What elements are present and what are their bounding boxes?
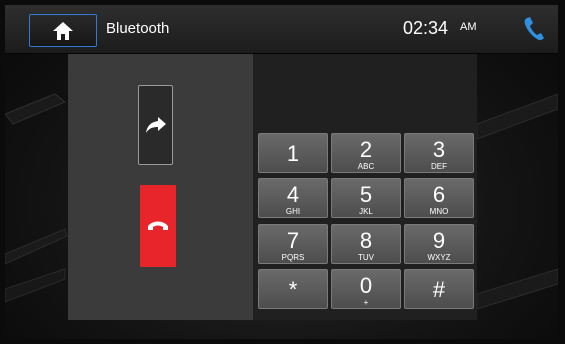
page-title: Bluetooth: [106, 20, 170, 37]
keypad-key-5[interactable]: 5 JKL: [331, 178, 401, 218]
key-digit: 8: [359, 228, 373, 253]
phone-icon[interactable]: [522, 16, 546, 42]
keypad-key-1[interactable]: 1: [258, 133, 328, 173]
keypad-key-6[interactable]: 6 MNO: [404, 178, 474, 218]
clock-time: 02:34: [403, 18, 449, 38]
key-digit: 6: [432, 182, 446, 207]
key-digit: 7: [286, 228, 300, 253]
keypad-key-3[interactable]: 3 DEF: [404, 133, 474, 173]
keypad-key-4[interactable]: 4 GHI: [258, 178, 328, 218]
keypad-key-hash[interactable]: #: [404, 269, 474, 309]
key-digit: 1: [286, 141, 300, 166]
key-letters: PQRS: [281, 253, 305, 262]
key-letters: JKL: [359, 207, 373, 216]
key-letters: TUV: [358, 253, 374, 262]
key-letters: MNO: [429, 207, 449, 216]
key-digit: 0: [359, 273, 373, 298]
hang-up-button[interactable]: [140, 185, 176, 267]
key-letters: DEF: [431, 162, 447, 171]
key-letters: +: [363, 298, 369, 307]
clock-ampm: AM: [460, 21, 477, 33]
keypad-key-2[interactable]: 2 ABC: [331, 133, 401, 173]
keypad-key-7[interactable]: 7 PQRS: [258, 224, 328, 264]
key-digit: 3: [432, 137, 446, 162]
home-button[interactable]: [29, 14, 97, 47]
key-digit: 2: [359, 137, 373, 162]
keypad-key-0[interactable]: 0 +: [331, 269, 401, 309]
bluetooth-phone-screen: Bluetooth 02:34 AM 1 2 ABC 3 DEF 4 GHI 5 JKL 6 MNO…: [5, 5, 558, 339]
key-digit: *: [288, 277, 298, 302]
share-arrow-icon: [145, 117, 166, 133]
key-digit: 9: [432, 228, 446, 253]
keypad-key-star[interactable]: *: [258, 269, 328, 309]
key-letters: ABC: [357, 162, 375, 171]
key-digit: #: [432, 277, 446, 302]
hang-up-icon: [148, 221, 168, 230]
key-digit: 5: [359, 182, 373, 207]
transfer-call-button[interactable]: [138, 85, 173, 165]
key-digit: 4: [286, 182, 300, 207]
key-letters: WXYZ: [427, 253, 451, 262]
key-letters: GHI: [285, 207, 301, 216]
keypad-key-9[interactable]: 9 WXYZ: [404, 224, 474, 264]
header-bar: Bluetooth 02:34 AM: [5, 5, 558, 54]
home-icon: [53, 21, 73, 40]
keypad-key-8[interactable]: 8 TUV: [331, 224, 401, 264]
